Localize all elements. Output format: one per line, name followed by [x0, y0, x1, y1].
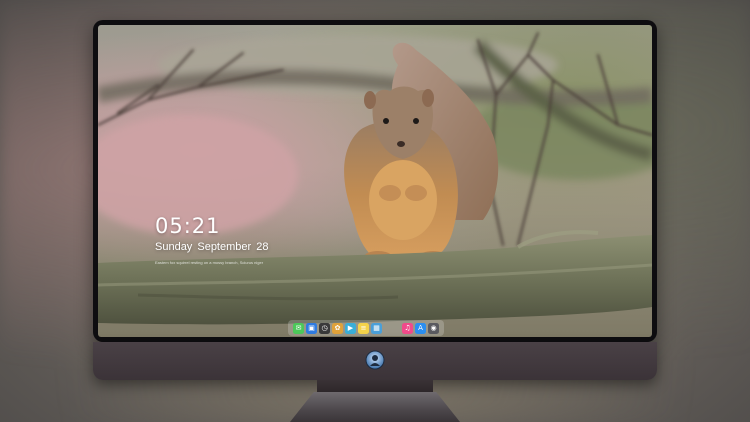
lock-screen-clock: 05:21	[155, 214, 221, 238]
monitor-stand-base	[290, 392, 460, 422]
app-store-icon[interactable]: A	[415, 322, 426, 334]
photos-icon[interactable]: ✿	[332, 322, 343, 334]
video-icon[interactable]: ▶	[345, 322, 356, 334]
dock: ✉ ▣ ◷ ✿ ▶ ≡ ▦ ♫ A ◉	[288, 320, 444, 336]
monitor-chin	[93, 342, 657, 380]
wallpaper-caption: Eastern fox squirrel resting on a mossy …	[155, 260, 264, 265]
screen: 05:21 Sunday September 28 Eastern fox sq…	[98, 25, 652, 337]
preview-icon[interactable]: ▦	[371, 322, 382, 334]
music-icon[interactable]: ♫	[402, 322, 413, 334]
notes-icon[interactable]: ≡	[358, 322, 369, 334]
camera-icon[interactable]: ◉	[428, 322, 439, 334]
brand-logo-icon	[365, 350, 385, 370]
monitor-stand-neck	[317, 380, 433, 394]
wallpaper-squirrel	[98, 32, 652, 325]
clock-icon[interactable]: ◷	[319, 322, 330, 334]
messages-icon[interactable]: ✉	[293, 322, 304, 334]
finder-icon[interactable]: ▣	[306, 322, 317, 334]
monitor: 05:21 Sunday September 28 Eastern fox sq…	[93, 20, 657, 382]
monitor-bezel: 05:21 Sunday September 28 Eastern fox sq…	[93, 20, 657, 342]
lock-screen-date: Sunday September 28	[155, 241, 269, 253]
